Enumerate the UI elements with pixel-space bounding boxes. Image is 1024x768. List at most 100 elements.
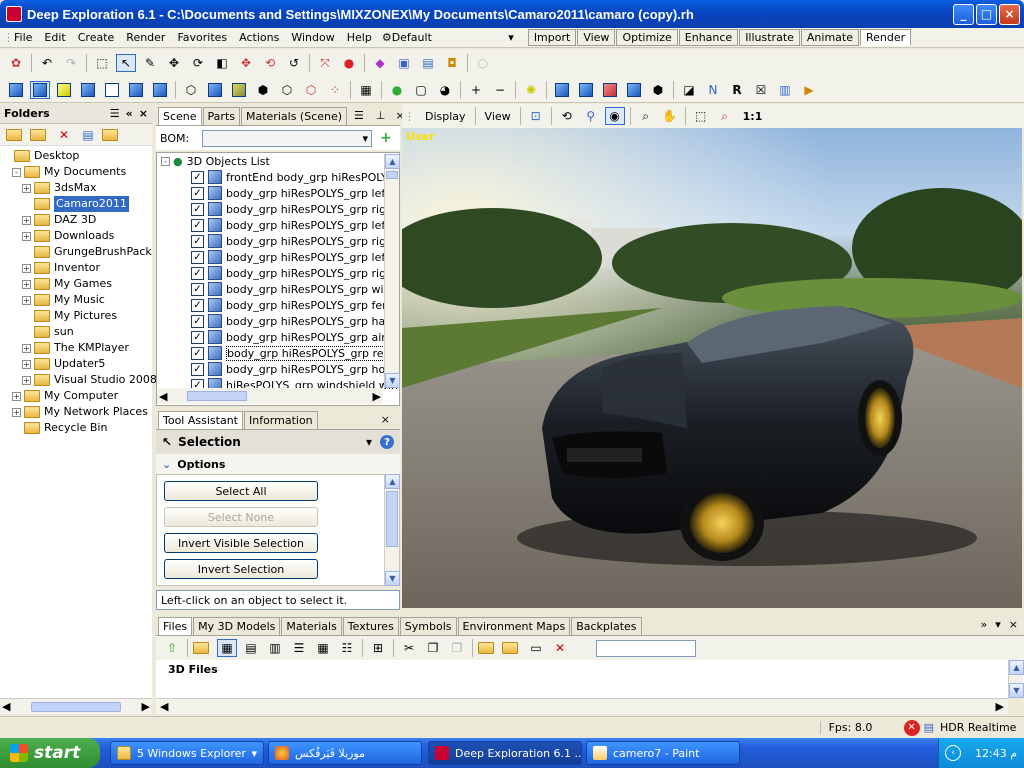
object-row[interactable]: ✓ body_grp hiResPOLYS_grp rightI bbox=[157, 265, 399, 281]
objects-root[interactable]: - ● 3D Objects List bbox=[157, 153, 399, 169]
cube-active-icon[interactable] bbox=[30, 80, 50, 99]
invert-selection-button[interactable]: Invert Selection bbox=[164, 559, 318, 579]
folder-item[interactable]: Desktop bbox=[2, 148, 152, 164]
objects-scroll-thumb[interactable] bbox=[386, 171, 398, 179]
section-icon[interactable]: ◪ bbox=[679, 81, 699, 99]
collapse-icon[interactable]: - bbox=[161, 156, 170, 166]
scale-icon[interactable]: ◧ bbox=[212, 54, 232, 72]
expand-icon[interactable]: + bbox=[22, 263, 31, 273]
expand-icon[interactable]: + bbox=[22, 279, 31, 289]
scroll-up-icon[interactable]: ▲ bbox=[385, 154, 400, 169]
folder-item[interactable]: + Updater5 bbox=[2, 356, 152, 372]
cube-wire-icon[interactable] bbox=[102, 81, 122, 99]
visibility-checkbox[interactable]: ✓ bbox=[191, 218, 204, 232]
tab-my-3d-models[interactable]: My 3D Models bbox=[193, 617, 281, 635]
export-file-icon[interactable] bbox=[502, 639, 522, 657]
object-row[interactable]: ✓ body_grp hiResPOLYS_grp leftFr bbox=[157, 185, 399, 201]
cube-yellow-icon[interactable] bbox=[54, 81, 74, 99]
collapse-icon[interactable]: - bbox=[12, 167, 21, 177]
zoom-region-icon[interactable]: ⌕ bbox=[715, 107, 735, 125]
pin-icon[interactable]: ⊥ bbox=[376, 109, 386, 122]
visibility-checkbox[interactable]: ✓ bbox=[191, 298, 204, 312]
view-tiles-icon[interactable]: ▤ bbox=[241, 639, 261, 657]
zoom-1to1[interactable]: 1:1 bbox=[737, 110, 769, 123]
menu-icon[interactable]: ☰ bbox=[110, 107, 120, 120]
object-row[interactable]: ✓ body_grp hiResPOLYS_grp fende bbox=[157, 297, 399, 313]
expand-icon[interactable]: + bbox=[22, 183, 31, 193]
options-header[interactable]: ⌄ Options bbox=[156, 454, 400, 474]
scroll-left-icon[interactable]: ◀ bbox=[159, 390, 167, 403]
move-icon[interactable]: ✥ bbox=[164, 54, 184, 72]
shade-icon[interactable]: ◕ bbox=[435, 81, 455, 99]
list-icon[interactable]: ☰ bbox=[354, 109, 364, 122]
import-icon[interactable] bbox=[102, 126, 122, 144]
frame-icon[interactable]: ▢ bbox=[411, 81, 431, 99]
tab-parts[interactable]: Parts bbox=[202, 107, 240, 125]
play-icon[interactable]: ▶ bbox=[799, 81, 819, 99]
files-search-input[interactable] bbox=[596, 639, 696, 657]
folder-open-icon[interactable] bbox=[30, 126, 50, 144]
textured-cube-icon[interactable] bbox=[229, 81, 249, 99]
scroll-left-icon[interactable]: ◀ bbox=[160, 700, 168, 713]
tab-materials-scene[interactable]: Materials (Scene) bbox=[241, 107, 348, 125]
tab-textures[interactable]: Textures bbox=[342, 617, 399, 635]
invert-visible-selection-button[interactable]: Invert Visible Selection bbox=[164, 533, 318, 553]
pivot-icon[interactable]: ↺ bbox=[284, 54, 304, 72]
copy-icon[interactable]: ❐ bbox=[423, 639, 443, 657]
zoom-window-icon[interactable]: ⬚ bbox=[691, 107, 711, 125]
sphere-icon[interactable]: ● bbox=[387, 81, 407, 99]
folder-item[interactable]: sun bbox=[2, 324, 152, 340]
eraser-icon[interactable]: ✎ bbox=[140, 54, 160, 72]
view-details-icon[interactable]: ▦ bbox=[313, 639, 333, 657]
tool-scroll-thumb[interactable] bbox=[386, 491, 398, 547]
cube-icon[interactable] bbox=[6, 81, 26, 99]
open-folder-icon[interactable] bbox=[193, 639, 213, 657]
visibility-checkbox[interactable]: ✓ bbox=[191, 314, 204, 328]
folder-item[interactable]: + My Network Places bbox=[2, 404, 152, 420]
folder-item[interactable]: - My Documents bbox=[2, 164, 152, 180]
menu-edit[interactable]: Edit bbox=[38, 31, 71, 44]
cross-box-icon[interactable]: ☒ bbox=[751, 81, 771, 99]
import-file-icon[interactable] bbox=[478, 639, 498, 657]
task-windows-explorer[interactable]: 5 Windows Explorer ▾ bbox=[110, 741, 264, 765]
menu-render[interactable]: Render bbox=[120, 31, 171, 44]
expand-icon[interactable]: + bbox=[12, 407, 21, 417]
folder-item[interactable]: Camaro2011 bbox=[2, 196, 152, 212]
expand-icon[interactable]: + bbox=[22, 359, 31, 369]
solid-cube-icon[interactable] bbox=[205, 81, 225, 99]
paste-icon[interactable]: ❐ bbox=[447, 639, 467, 657]
view-cube-3-icon[interactable] bbox=[600, 81, 620, 99]
viewport-display-menu[interactable]: Display bbox=[419, 110, 472, 123]
expand-icon[interactable]: + bbox=[22, 375, 31, 385]
folder-item[interactable]: + My Music bbox=[2, 292, 152, 308]
object-row[interactable]: ✓ body_grp hiResPOLYS_grp leftD bbox=[157, 217, 399, 233]
marquee-select-icon[interactable]: ⬚ bbox=[92, 54, 112, 72]
objects-vscroll[interactable]: ▲ ▼ bbox=[384, 154, 400, 388]
scroll-down-icon[interactable]: ▼ bbox=[385, 571, 400, 586]
task-paint[interactable]: camero7 - Paint bbox=[586, 741, 740, 765]
add-icon[interactable]: + bbox=[380, 130, 392, 146]
tab-tool-assistant[interactable]: Tool Assistant bbox=[158, 411, 243, 429]
undo-icon[interactable]: ↶ bbox=[37, 54, 57, 72]
pointer-icon[interactable]: ↖ bbox=[116, 54, 136, 72]
scroll-up-icon[interactable]: ▲ bbox=[1009, 660, 1024, 675]
minus-icon[interactable]: − bbox=[490, 81, 510, 99]
tab-view[interactable]: View bbox=[577, 29, 616, 46]
object-row[interactable]: ✓ frontEnd body_grp hiResPOLYS_ bbox=[157, 169, 399, 185]
menu-actions[interactable]: Actions bbox=[233, 31, 285, 44]
folder-item[interactable]: + Downloads bbox=[2, 228, 152, 244]
folder-item[interactable]: + DAZ 3D bbox=[2, 212, 152, 228]
tab-render[interactable]: Render bbox=[860, 29, 912, 46]
up-folder-icon[interactable]: ⇧ bbox=[162, 639, 182, 657]
view-list-icon[interactable]: ☰ bbox=[289, 639, 309, 657]
grid-icon[interactable]: ▦ bbox=[356, 81, 376, 99]
object-row[interactable]: ✓ body_grp hiResPOLYS_grp airfoi bbox=[157, 329, 399, 345]
tab-enhance[interactable]: Enhance bbox=[678, 29, 739, 46]
tab-import[interactable]: Import bbox=[527, 29, 577, 46]
red-cube-icon[interactable]: ⬡ bbox=[301, 81, 321, 99]
view-cube-2-icon[interactable] bbox=[576, 81, 596, 99]
visibility-checkbox[interactable]: ✓ bbox=[191, 362, 204, 376]
expand-icon[interactable]: + bbox=[22, 295, 31, 305]
task-deep-exploration[interactable]: Deep Exploration 6.1 ... bbox=[428, 741, 582, 765]
orbit-icon[interactable]: ⟲ bbox=[557, 107, 577, 125]
